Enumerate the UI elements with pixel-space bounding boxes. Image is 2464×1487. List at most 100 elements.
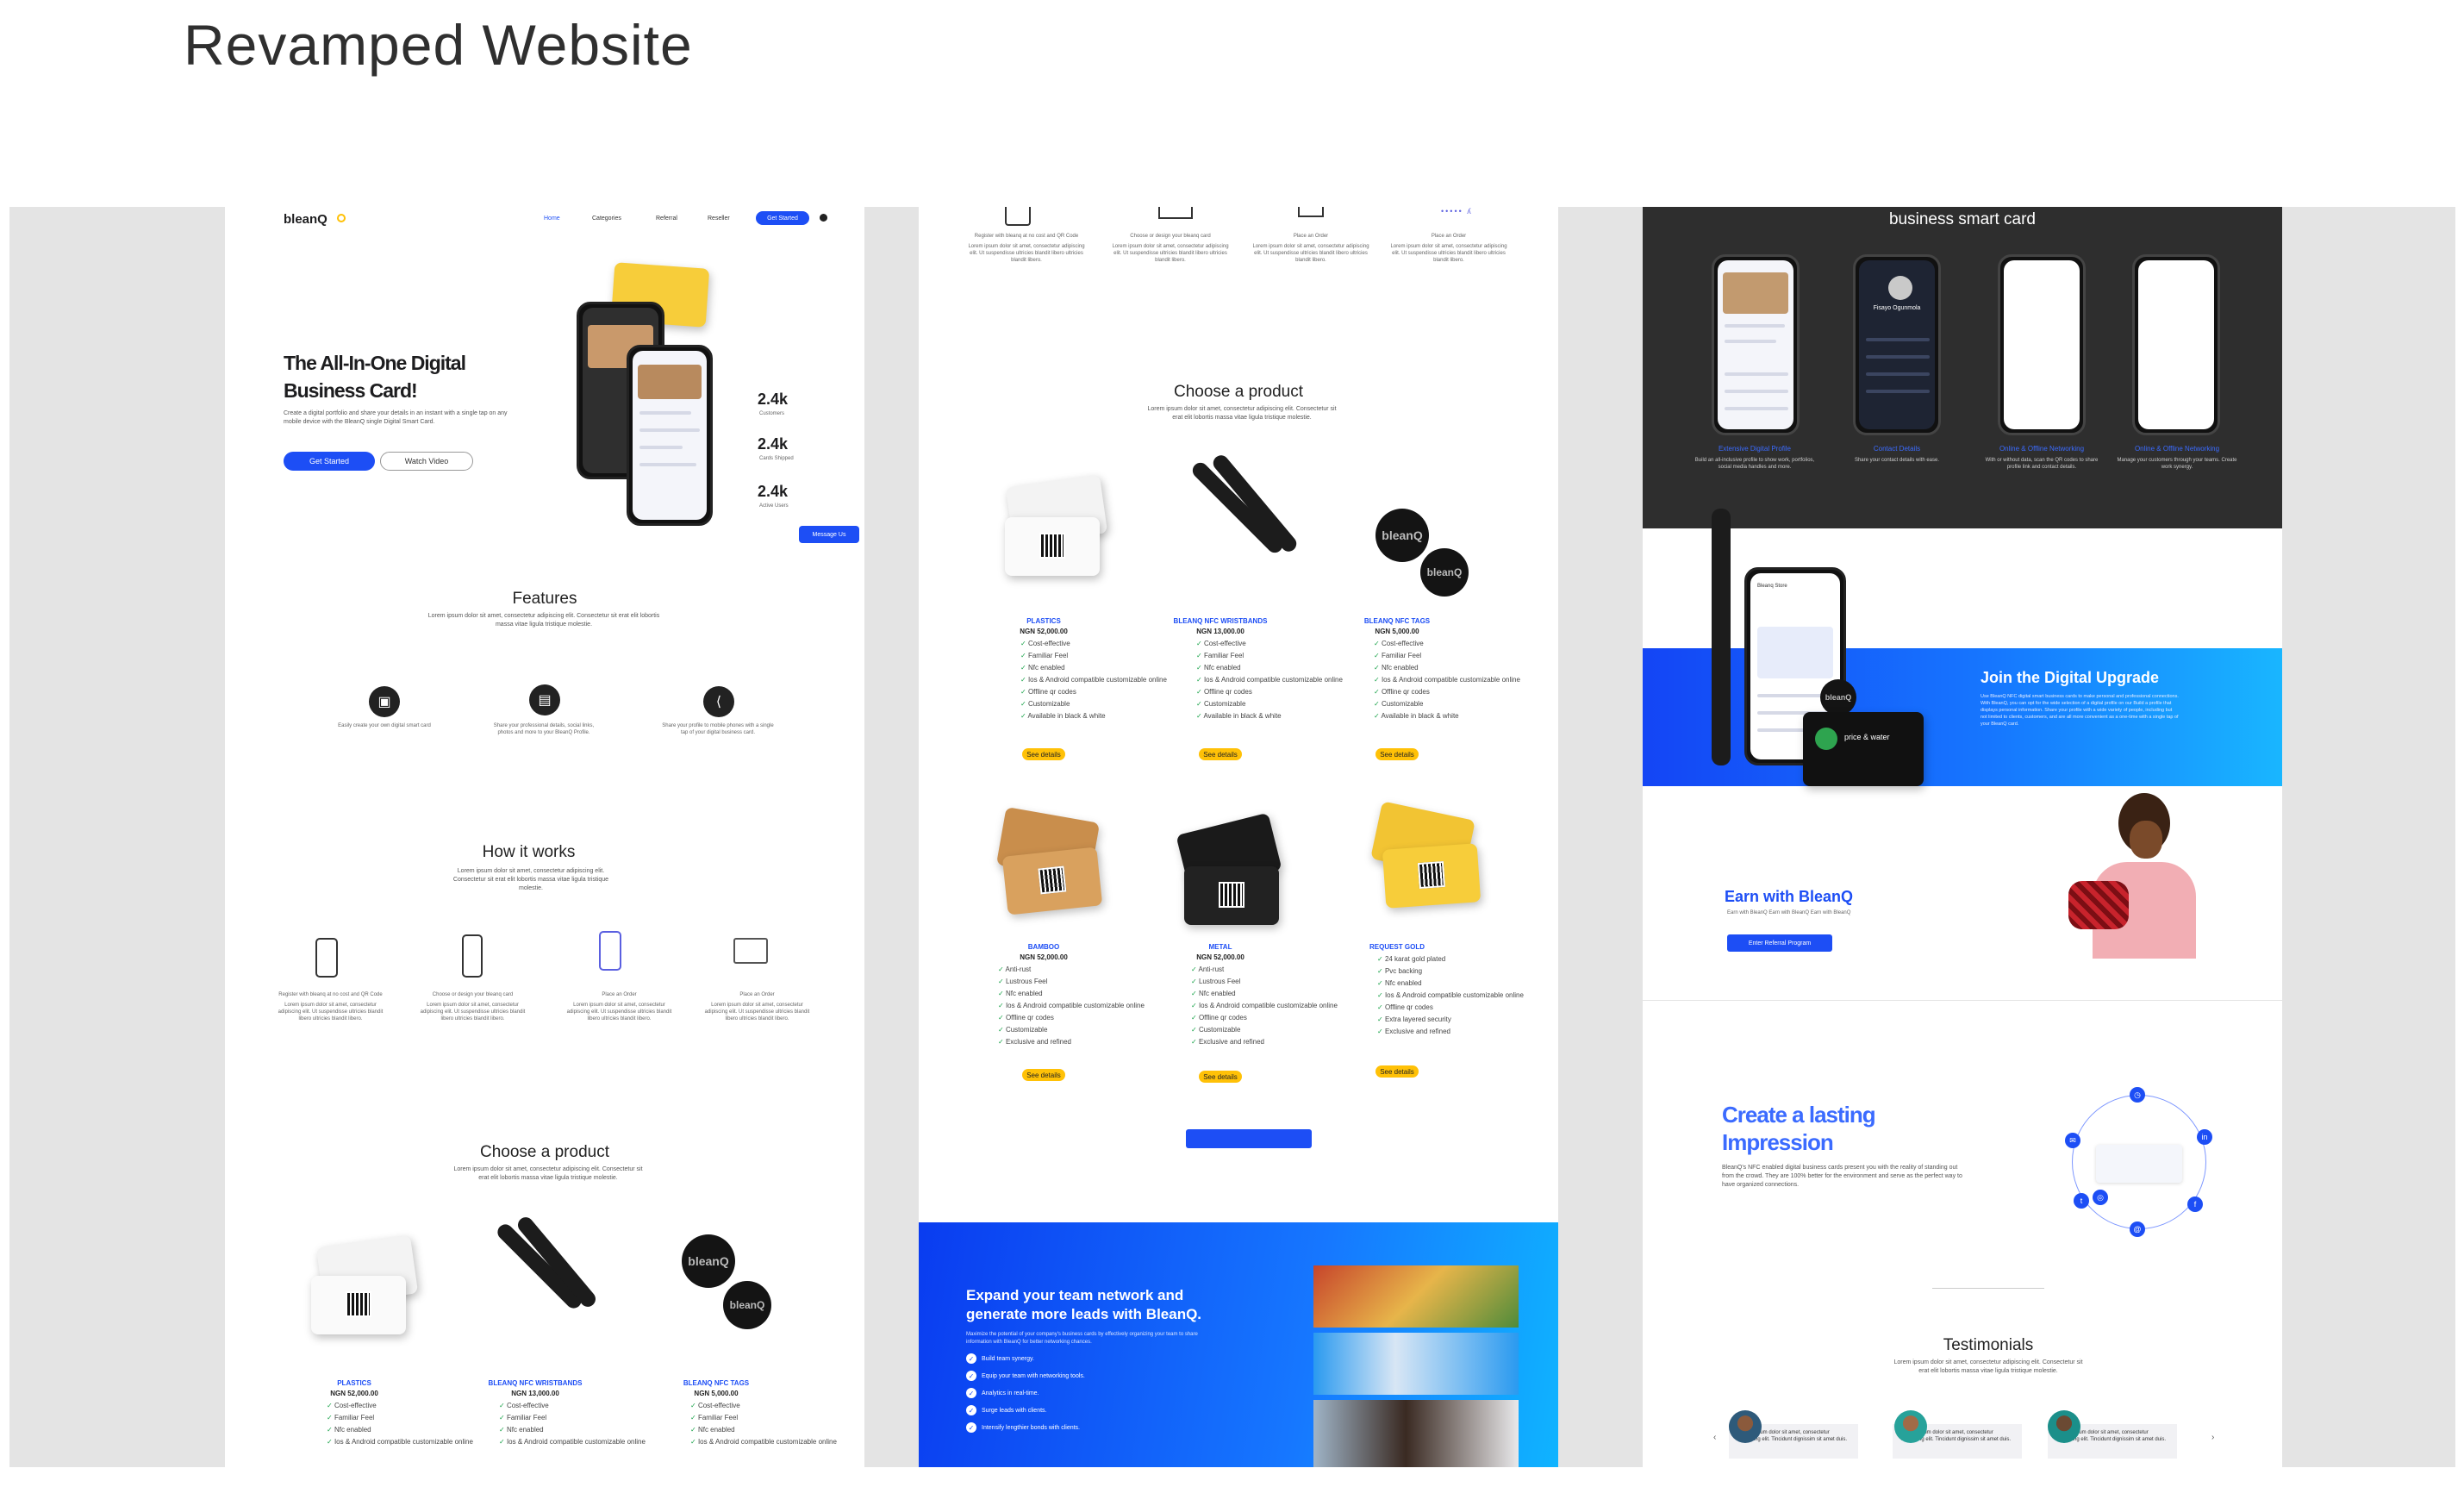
step-label: Choose or design your bleanq card: [1130, 234, 1211, 239]
nav-reseller[interactable]: Reseller: [708, 216, 730, 222]
avatar: [1894, 1410, 1927, 1443]
nfc-tag-image: bleanQ: [1420, 548, 1469, 597]
product-name: BLEANQ NFC TAGS: [683, 1379, 750, 1387]
phone-feature-text: With or without data, scan the QR codes …: [1985, 458, 2099, 470]
product-price: NGN 52,000.00: [1020, 953, 1068, 961]
theme-toggle-icon[interactable]: [820, 214, 827, 222]
profile-name: Fisayo Ogunmola: [1873, 305, 1921, 311]
gold-card-image: [1382, 843, 1482, 909]
store-label: Bleanq Store: [1757, 584, 1787, 589]
chat-icon: ✉: [2065, 1133, 2080, 1148]
blank-phone: [2132, 254, 2220, 435]
choose-product-description: Lorem ipsum dolor sit amet, consectetur …: [453, 1166, 643, 1181]
stat-value: 2.4k: [758, 390, 789, 408]
phone-illustration: [1005, 207, 1031, 226]
order-illustration: [1298, 207, 1324, 217]
step-text: Lorem ipsum dolor sit amet, consectetur …: [1390, 244, 1507, 263]
check-icon: ✓: [966, 1371, 976, 1381]
nav-home[interactable]: Home: [544, 216, 560, 222]
plastic-card-image: [311, 1276, 406, 1334]
logo-mark-icon: [337, 214, 346, 222]
nfc-tag-image: bleanQ: [1820, 679, 1856, 715]
product-features: Cost-effectiveFamiliar FeelNfc enabledIo…: [327, 1400, 473, 1448]
product-features: Cost-effectiveFamiliar FeelNfc enabledIo…: [1020, 638, 1166, 722]
card-exchange-photo: [1313, 1333, 1519, 1395]
nav-get-started-button[interactable]: Get Started: [756, 211, 809, 225]
choose-product-title: Choose a product: [480, 1143, 609, 1161]
phone-feature-title: Extensive Digital Profile: [1718, 445, 1792, 453]
product-name: BAMBOO: [1027, 943, 1060, 951]
step-label: Choose or design your bleanq card: [432, 992, 514, 997]
step-label: Register with bleanq at no cost and QR C…: [278, 992, 383, 997]
phone-feature-text: Manage your customers through your teams…: [2117, 458, 2237, 470]
message-us-button[interactable]: Message Us: [799, 526, 859, 543]
carousel-next-icon[interactable]: ›: [2211, 1433, 2214, 1442]
step-label: Place an Order: [602, 992, 637, 997]
about-panel: business smart card Fisayo Ogunmola Exte…: [1643, 207, 2282, 1467]
view-more-button[interactable]: [1186, 1129, 1312, 1148]
twitter-icon: t: [2074, 1193, 2089, 1209]
product-name: BLEANQ NFC WRISTBANDS: [488, 1379, 583, 1387]
nfc-tag-image: bleanQ: [723, 1281, 771, 1329]
step-text: Lorem ipsum dolor sit amet, consectetur …: [704, 1003, 810, 1022]
clock-icon: ◷: [2130, 1087, 2145, 1103]
product-features: Cost-effectiveFamiliar FeelNfc enabledIo…: [1374, 638, 1519, 722]
business-man-photo: [1313, 1400, 1519, 1467]
stat-value: 2.4k: [758, 483, 789, 500]
how-it-works-description: Lorem ipsum dolor sit amet, consectetur …: [452, 868, 609, 891]
step-text: Lorem ipsum dolor sit amet, consectetur …: [968, 244, 1085, 263]
id-card-icon: ▤: [529, 684, 560, 715]
phone-feature-text: Build an all-inclusive profile to show w…: [1694, 458, 1815, 470]
nav-referral[interactable]: Referral: [656, 216, 677, 222]
see-details-button[interactable]: See details: [1199, 748, 1242, 760]
step-text: Lorem ipsum dolor sit amet, consectetur …: [1112, 244, 1229, 263]
see-details-button[interactable]: See details: [1022, 1069, 1065, 1081]
features-title: Features: [512, 590, 577, 608]
step-label: Place an Order: [739, 992, 775, 997]
divider: [1643, 1000, 2282, 1001]
product-price: NGN 13,000.00: [511, 1390, 559, 1397]
step-label: Place an Order: [1293, 234, 1329, 239]
product-features: Cost-effectiveFamiliar FeelNfc enabledIo…: [1196, 638, 1342, 722]
hero-title-line2: Business Card!: [284, 379, 418, 402]
nav-categories[interactable]: Categories: [592, 216, 621, 222]
hero-get-started-button[interactable]: Get Started: [284, 452, 375, 471]
blank-phone: [1998, 254, 2086, 435]
see-details-button[interactable]: See details: [1375, 1065, 1419, 1078]
impression-description: BleanQ's NFC enabled digital business ca…: [1722, 1165, 1962, 1188]
choose-product-title: Choose a product: [1174, 383, 1303, 401]
step-label: Register with bleanq at no cost and QR C…: [974, 234, 1079, 239]
stat-label: Customers: [759, 411, 785, 416]
product-name: PLASTICS: [337, 1379, 371, 1387]
smart-card-title: business smart card: [1888, 210, 2036, 228]
product-features: Cost-effectiveFamiliar FeelNfc enabledIo…: [690, 1400, 837, 1448]
divider: [1932, 1288, 2044, 1289]
check-icon: ✓: [966, 1422, 976, 1433]
share-icon: ⟨: [703, 686, 734, 717]
team-checklist: ✓ Build team synergy. ✓ Equip your team wi…: [966, 1353, 1085, 1440]
design-illustration: [462, 934, 483, 978]
product-features: Anti-rustLustrous FeelNfc enabledIos & A…: [1191, 964, 1337, 1048]
testimonials-description: Lorem ipsum dolor sit amet, consectetur …: [1893, 1359, 2083, 1374]
stat-label: Active Users: [759, 503, 789, 509]
team-description: Maximize the potential of your company's…: [966, 1332, 1198, 1345]
carousel-prev-icon[interactable]: ‹: [1713, 1433, 1716, 1442]
homepage-panel: bleanQ Home Categories Referral Reseller…: [225, 207, 864, 1467]
logo[interactable]: bleanQ: [284, 212, 327, 227]
testimonials-title: Testimonials: [1943, 1336, 2034, 1354]
see-details-button[interactable]: See details: [1199, 1071, 1242, 1083]
avatar: [2048, 1410, 2080, 1443]
see-details-button[interactable]: See details: [1375, 748, 1419, 760]
facebook-icon: f: [2187, 1196, 2203, 1212]
earn-description: Earn with BleanQ Earn with BleanQ Earn w…: [1727, 910, 1851, 915]
features-description: Lorem ipsum dolor sit amet, consectetur …: [427, 613, 660, 628]
see-details-button[interactable]: See details: [1022, 748, 1065, 760]
referral-program-button[interactable]: Enter Referral Program: [1727, 934, 1832, 952]
how-it-works-title: How it works: [482, 843, 576, 861]
watch-video-button[interactable]: Watch Video: [380, 452, 473, 471]
product-price: NGN 5,000.00: [694, 1390, 739, 1397]
feature-text: Share your professional details, social …: [493, 723, 595, 735]
feature-text: Share your profile to mobile phones with…: [662, 723, 774, 735]
nfc-tag-image: bleanQ: [1375, 509, 1429, 562]
product-price: NGN 13,000.00: [1196, 628, 1244, 635]
